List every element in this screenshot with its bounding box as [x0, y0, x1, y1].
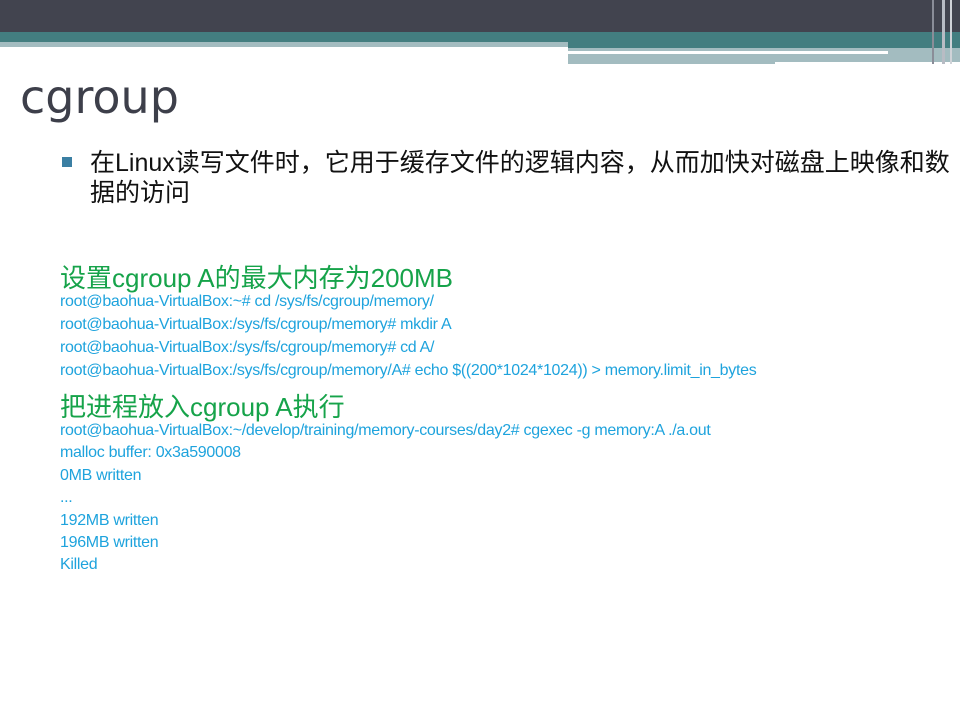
code-line: 192MB written [60, 512, 159, 529]
code-line: root@baohua-VirtualBox:/sys/fs/cgroup/me… [60, 316, 452, 333]
bullet-square-icon [62, 157, 72, 167]
code-line: root@baohua-VirtualBox:/sys/fs/cgroup/me… [60, 362, 757, 379]
code-line: root@baohua-VirtualBox:/sys/fs/cgroup/me… [60, 339, 435, 356]
section2-heading: 把进程放入cgroup A执行 [60, 392, 345, 422]
bullet-text: 在Linux读写文件时，它用于缓存文件的逻辑内容，从而加快对磁盘上映像和数据的访… [90, 149, 950, 207]
section1-heading: 设置cgroup A的最大内存为200MB [60, 263, 454, 293]
code-line: ... [60, 489, 73, 506]
slide-title: cgroup [20, 70, 179, 124]
code-line: malloc buffer: 0x3a590008 [60, 444, 241, 461]
code-line: root@baohua-VirtualBox:~/develop/trainin… [60, 422, 711, 439]
code-line: Killed [60, 556, 98, 573]
code-line: 0MB written [60, 467, 142, 484]
code-line: root@baohua-VirtualBox:~# cd /sys/fs/cgr… [60, 293, 434, 310]
code-line: 196MB written [60, 534, 159, 551]
